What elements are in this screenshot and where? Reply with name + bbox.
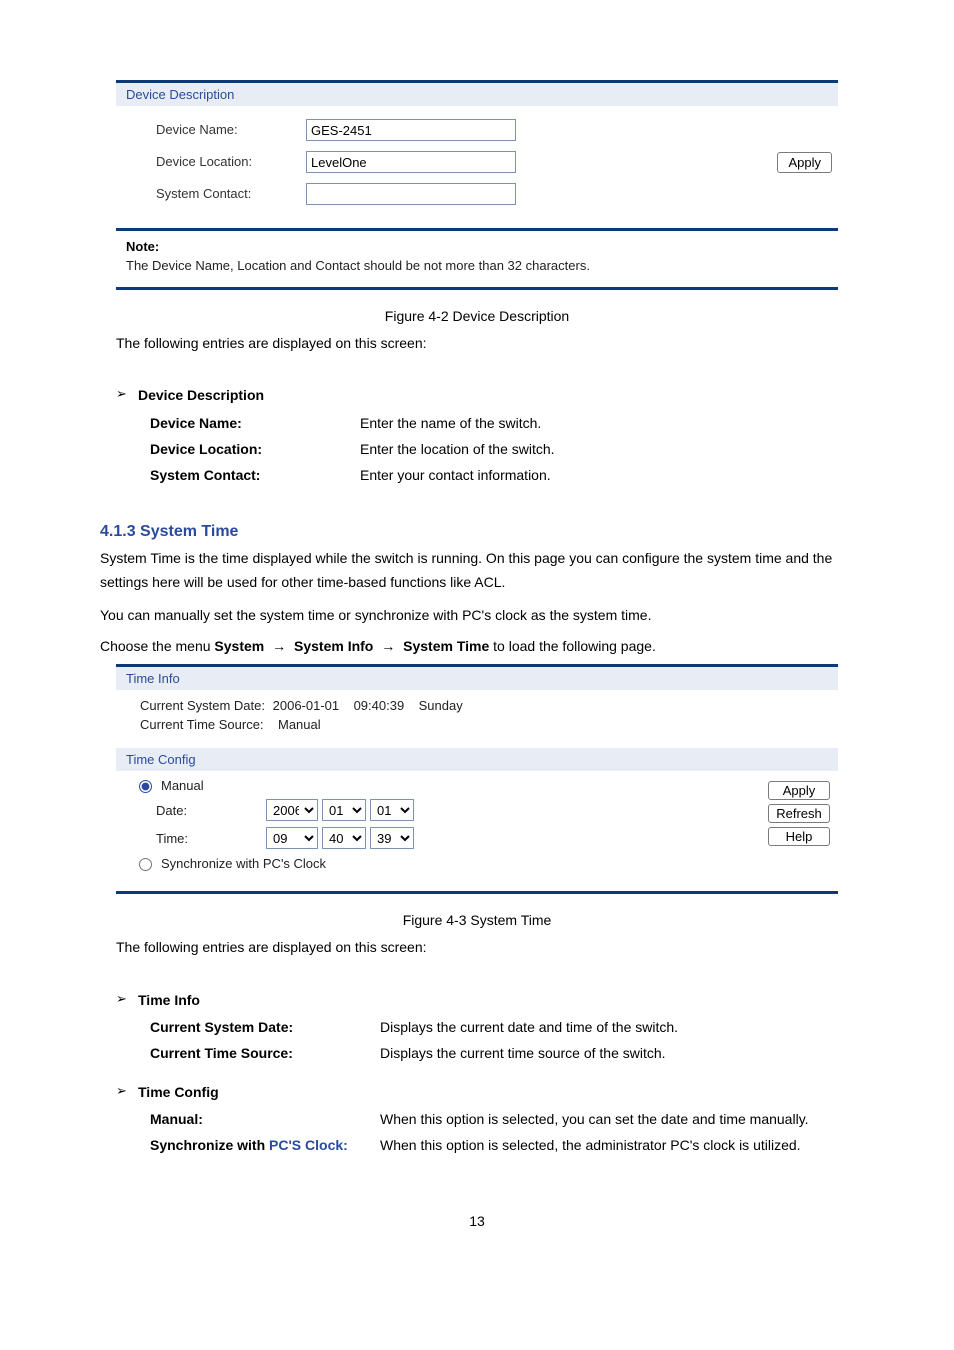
current-date-value: 2006-01-01 (273, 698, 340, 713)
bullet-header-time-info: Time Info (138, 992, 200, 1008)
arrow-icon: → (268, 638, 290, 654)
panel-header: Device Description (116, 83, 838, 106)
page-number: 13 (0, 1213, 954, 1229)
current-source-label: Current Time Source: (140, 717, 264, 732)
bullet-label-name: Device Name: (150, 415, 360, 431)
bullet-text-location: Enter the location of the switch. (360, 441, 555, 457)
arrow-icon: → (377, 638, 399, 654)
bullet-label-location: Device Location: (150, 441, 360, 457)
date-year-select[interactable]: 2006 (266, 799, 318, 821)
section-body-2: You can manually set the system time or … (100, 604, 854, 628)
bullet-label-syncpc: Synchronize with PC'S Clock: (150, 1137, 380, 1153)
current-dow: Sunday (419, 698, 463, 713)
label-system-contact: System Contact: (156, 178, 306, 210)
fig2-followup-text: The following entries are displayed on t… (116, 936, 838, 958)
section-body-1: System Time is the time displayed while … (100, 547, 854, 595)
bullet-label-contact: System Contact: (150, 467, 360, 483)
bullet-label-currsrc: Current Time Source: (150, 1045, 380, 1061)
system-time-panel: Time Info Current System Date: 2006-01-0… (116, 664, 838, 894)
help-button[interactable]: Help (768, 827, 830, 846)
device-description-panel: Device Description Device Name: Device L… (116, 80, 838, 290)
manual-radio[interactable] (139, 780, 152, 793)
date-field-label: Date: (156, 803, 266, 818)
time-sec-select[interactable]: 39 (370, 827, 414, 849)
fig1-followup-text: The following entries are displayed on t… (116, 332, 838, 354)
note-title: Note: (126, 239, 828, 254)
manual-radio-label: Manual (161, 778, 204, 793)
bullet-header-time-config: Time Config (138, 1084, 219, 1100)
time-hour-select[interactable]: 09 (266, 827, 318, 849)
device-name-input[interactable] (306, 119, 516, 141)
bullet-header-device-description: Device Description (138, 387, 264, 403)
apply-button[interactable]: Apply (777, 152, 832, 173)
label-device-name: Device Name: (156, 114, 306, 146)
apply-button-time[interactable]: Apply (768, 781, 830, 800)
date-month-select[interactable]: 01 (322, 799, 366, 821)
refresh-button[interactable]: Refresh (768, 804, 830, 823)
bullet-label-manual: Manual: (150, 1111, 380, 1127)
pc-clock-highlight: PC'S Clock: (269, 1137, 348, 1153)
bullet-text-currdate: Displays the current date and time of th… (380, 1019, 678, 1035)
section-heading: 4.1.3 System Time (100, 523, 854, 541)
date-day-select[interactable]: 01 (370, 799, 414, 821)
figure-caption-2: Figure 4-3 System Time (0, 912, 954, 928)
current-source-value: Manual (278, 717, 321, 732)
sync-pc-label: Synchronize with PC's Clock (161, 856, 326, 871)
note-text: The Device Name, Location and Contact sh… (126, 258, 828, 273)
system-contact-input[interactable] (306, 183, 516, 205)
device-location-input[interactable] (306, 151, 516, 173)
bullet-label-currdate: Current System Date: (150, 1019, 380, 1035)
bullet-text-currsrc: Displays the current time source of the … (380, 1045, 666, 1061)
bullet-text-manual: When this option is selected, you can se… (380, 1111, 838, 1127)
label-device-location: Device Location: (156, 146, 306, 178)
nav-path: Choose the menu System → System Info → S… (100, 638, 854, 654)
time-config-header: Time Config (116, 748, 838, 771)
bullet-icon: ➢ (116, 989, 138, 1010)
bullet-icon: ➢ (116, 384, 138, 405)
current-date-label: Current System Date: (140, 698, 265, 713)
figure-caption-1: Figure 4-2 Device Description (0, 308, 954, 324)
time-field-label: Time: (156, 831, 266, 846)
bullet-text-name: Enter the name of the switch. (360, 415, 541, 431)
time-info-header: Time Info (116, 667, 838, 690)
current-time-value: 09:40:39 (354, 698, 405, 713)
bullet-icon: ➢ (116, 1081, 138, 1102)
bullet-text-contact: Enter your contact information. (360, 467, 551, 483)
bullet-text-syncpc: When this option is selected, the admini… (380, 1137, 838, 1153)
sync-pc-radio[interactable] (139, 858, 152, 871)
time-min-select[interactable]: 40 (322, 827, 366, 849)
